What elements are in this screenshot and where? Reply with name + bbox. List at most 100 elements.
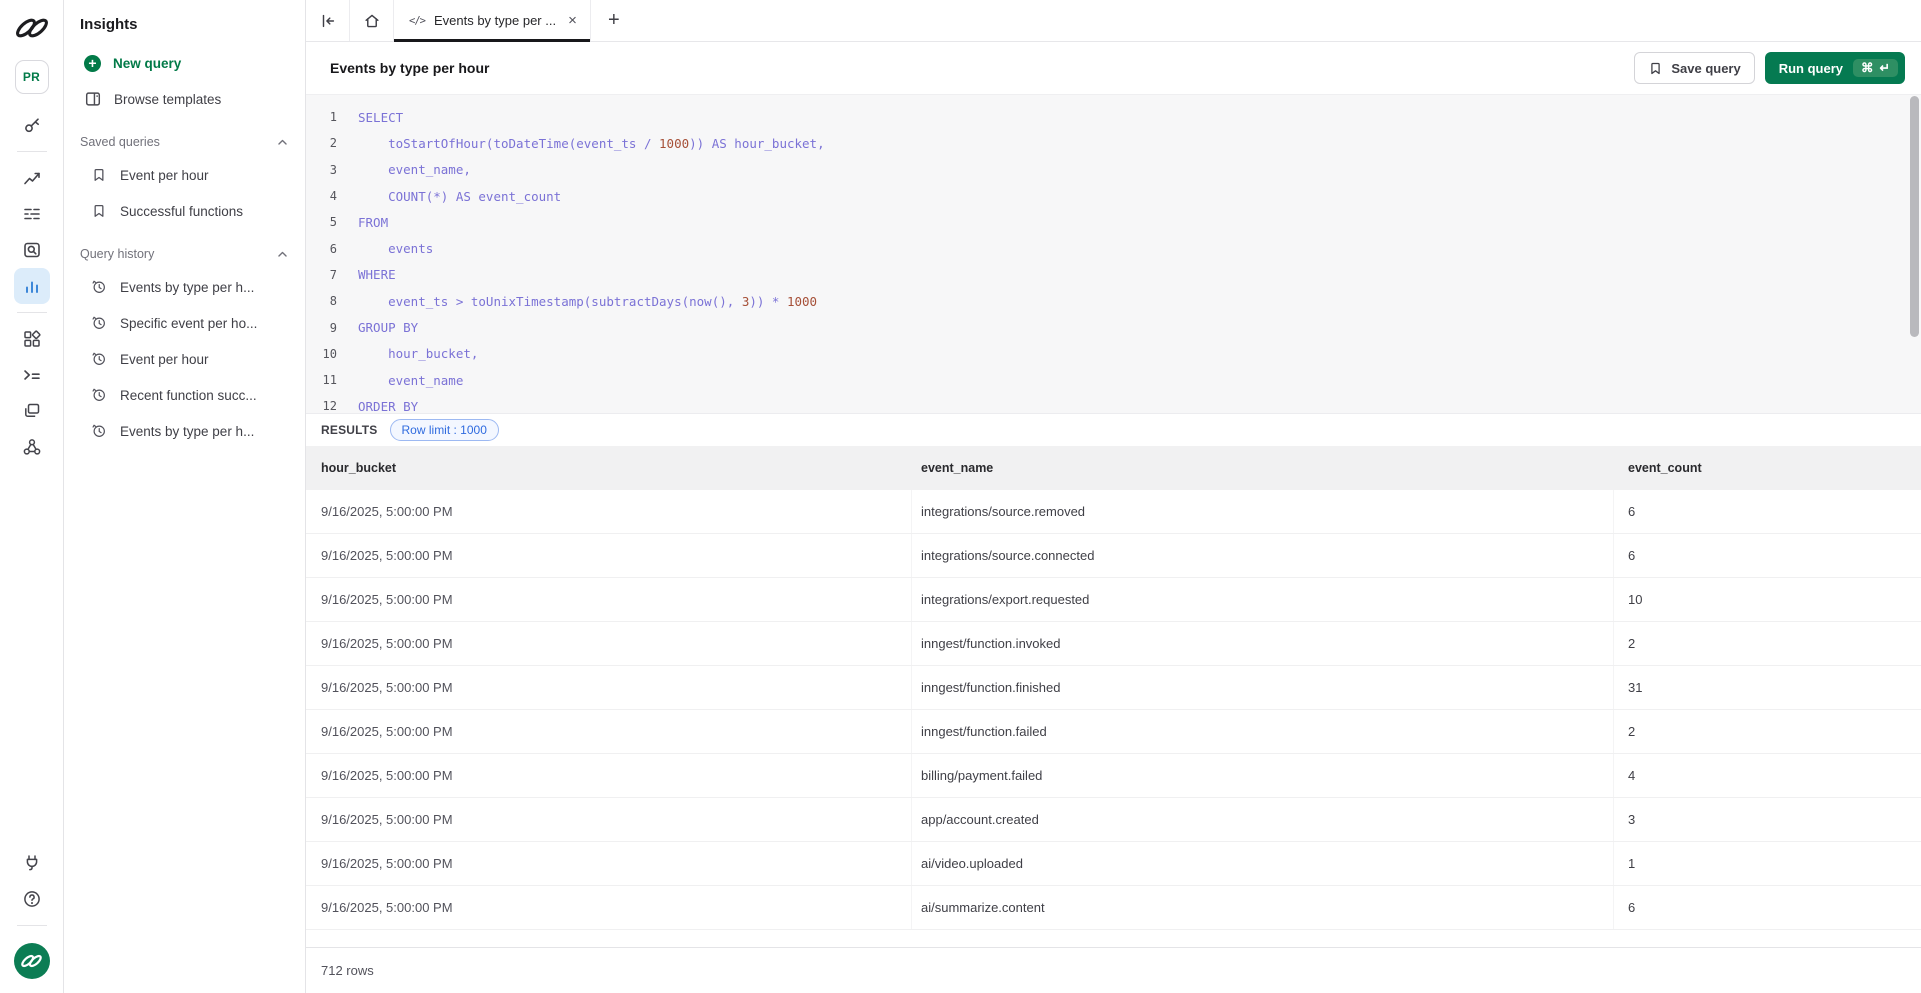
save-query-label: Save query bbox=[1671, 61, 1740, 76]
apps-icon[interactable] bbox=[14, 321, 50, 357]
sidebar-item-history-query[interactable]: Recent function succ... bbox=[64, 377, 305, 413]
cli-icon[interactable] bbox=[14, 357, 50, 393]
line-number: 7 bbox=[306, 268, 337, 282]
collapse-sidebar-button[interactable] bbox=[306, 0, 350, 41]
cell-event-count: 6 bbox=[1614, 490, 1921, 533]
cell-event-count: 10 bbox=[1614, 578, 1921, 621]
cell-event-count: 31 bbox=[1614, 666, 1921, 709]
profile-avatar[interactable]: PR bbox=[15, 60, 49, 94]
inngest-logo-icon[interactable] bbox=[14, 13, 50, 43]
keys-icon[interactable] bbox=[14, 107, 50, 143]
sidebar-item-history-query[interactable]: Events by type per h... bbox=[64, 269, 305, 305]
chevron-up-icon[interactable] bbox=[276, 136, 289, 149]
sql-token: toStartOfHour(toDateTime(event_ts / bbox=[358, 136, 659, 151]
run-query-button[interactable]: Run query ⌘ ↵ bbox=[1765, 52, 1905, 84]
table-row[interactable]: 9/16/2025, 5:00:00 PM inngest/function.i… bbox=[306, 622, 1921, 666]
cell-hour-bucket: 9/16/2025, 5:00:00 PM bbox=[306, 578, 912, 621]
sidebar-item-saved-query[interactable]: Successful functions bbox=[64, 193, 305, 229]
close-tab-icon[interactable]: × bbox=[568, 13, 577, 28]
table-row[interactable]: 9/16/2025, 5:00:00 PM integrations/expor… bbox=[306, 578, 1921, 622]
table-row[interactable]: 9/16/2025, 5:00:00 PM billing/payment.fa… bbox=[306, 754, 1921, 798]
line-number: 8 bbox=[306, 294, 337, 308]
sidebar: Insights + New query Browse templates Sa… bbox=[64, 0, 306, 993]
divider bbox=[17, 151, 47, 152]
metrics-icon[interactable] bbox=[14, 160, 50, 196]
sql-token: WHERE bbox=[358, 267, 396, 282]
tab-bar: </> Events by type per ... × + bbox=[306, 0, 1921, 42]
column-header-hour-bucket[interactable]: hour_bucket bbox=[306, 446, 912, 490]
column-header-event-count[interactable]: event_count bbox=[1614, 446, 1921, 490]
plug-icon[interactable] bbox=[14, 845, 50, 881]
cell-event-name: ai/video.uploaded bbox=[912, 842, 1614, 885]
code-line: 4 COUNT(*) AS event_count bbox=[306, 183, 1921, 209]
history-icon bbox=[90, 350, 108, 368]
browse-templates-button[interactable]: Browse templates bbox=[64, 81, 305, 117]
table-row[interactable]: 9/16/2025, 5:00:00 PM ai/video.uploaded … bbox=[306, 842, 1921, 886]
webhook-icon[interactable] bbox=[14, 429, 50, 465]
cell-hour-bucket: 9/16/2025, 5:00:00 PM bbox=[306, 490, 912, 533]
insights-app: PR bbox=[0, 0, 1921, 993]
cell-event-name: inngest/function.failed bbox=[912, 710, 1614, 753]
code-line: 10 hour_bucket, bbox=[306, 341, 1921, 367]
line-number: 9 bbox=[306, 321, 337, 335]
sql-token: FROM bbox=[358, 215, 388, 230]
insights-icon-active[interactable] bbox=[14, 268, 50, 304]
editor-scrollbar[interactable] bbox=[1910, 96, 1919, 337]
cell-hour-bucket: 9/16/2025, 5:00:00 PM bbox=[306, 710, 912, 753]
line-number: 10 bbox=[306, 347, 337, 361]
sql-editor[interactable]: 1 SELECT 2 toStartOfHour(toDateTime(even… bbox=[306, 95, 1921, 414]
sidebar-item-history-query[interactable]: Events by type per h... bbox=[64, 413, 305, 449]
sql-token: events bbox=[358, 241, 433, 256]
cell-event-count: 6 bbox=[1614, 886, 1921, 929]
table-row[interactable]: 9/16/2025, 5:00:00 PM inngest/function.f… bbox=[306, 710, 1921, 754]
new-query-button[interactable]: + New query bbox=[64, 45, 305, 81]
tab-label: Events by type per ... bbox=[434, 13, 556, 28]
save-query-button[interactable]: Save query bbox=[1634, 52, 1754, 84]
divider bbox=[17, 925, 47, 926]
doc-search-icon[interactable] bbox=[14, 232, 50, 268]
row-limit-badge[interactable]: Row limit : 1000 bbox=[390, 419, 499, 441]
bookmark-icon bbox=[90, 166, 108, 184]
section-label: Saved queries bbox=[80, 135, 160, 149]
code-line: 3 event_name, bbox=[306, 157, 1921, 183]
cell-hour-bucket: 9/16/2025, 5:00:00 PM bbox=[306, 842, 912, 885]
windows-icon[interactable] bbox=[14, 393, 50, 429]
cell-event-name: app/account.created bbox=[912, 798, 1614, 841]
sidebar-item-history-query[interactable]: Specific event per ho... bbox=[64, 305, 305, 341]
code-icon: </> bbox=[409, 15, 425, 27]
bookmark-icon bbox=[90, 202, 108, 220]
cell-event-count: 3 bbox=[1614, 798, 1921, 841]
cell-event-name: inngest/function.invoked bbox=[912, 622, 1614, 665]
sidebar-item-saved-query[interactable]: Event per hour bbox=[64, 157, 305, 193]
sql-token: ORDER BY bbox=[358, 399, 418, 414]
table-row[interactable]: 9/16/2025, 5:00:00 PM integrations/sourc… bbox=[306, 490, 1921, 534]
history-query-label: Specific event per ho... bbox=[120, 316, 257, 331]
plus-circle-icon: + bbox=[84, 55, 101, 72]
sidebar-item-history-query[interactable]: Event per hour bbox=[64, 341, 305, 377]
sql-token: GROUP BY bbox=[358, 320, 418, 335]
new-query-label: New query bbox=[113, 56, 181, 71]
table-row[interactable]: 9/16/2025, 5:00:00 PM integrations/sourc… bbox=[306, 534, 1921, 578]
cell-event-count: 1 bbox=[1614, 842, 1921, 885]
code-line: 1 SELECT bbox=[306, 104, 1921, 130]
new-tab-button[interactable]: + bbox=[591, 0, 637, 41]
table-row[interactable]: 9/16/2025, 5:00:00 PM ai/summarize.conte… bbox=[306, 886, 1921, 930]
home-tab-button[interactable] bbox=[350, 0, 394, 41]
saved-query-label: Event per hour bbox=[120, 168, 209, 183]
column-header-event-name[interactable]: event_name bbox=[912, 446, 1614, 490]
chevron-up-icon[interactable] bbox=[276, 248, 289, 261]
event-logs-icon[interactable] bbox=[14, 196, 50, 232]
saved-query-label: Successful functions bbox=[120, 204, 243, 219]
help-icon[interactable] bbox=[14, 881, 50, 917]
sql-token: event_ts > toUnixTimestamp(subtractDays(… bbox=[358, 294, 742, 309]
table-row[interactable]: 9/16/2025, 5:00:00 PM app/account.create… bbox=[306, 798, 1921, 842]
section-query-history: Query history bbox=[64, 239, 305, 269]
section-label: Query history bbox=[80, 247, 154, 261]
table-row[interactable]: 9/16/2025, 5:00:00 PM inngest/function.f… bbox=[306, 666, 1921, 710]
workspace-avatar[interactable] bbox=[14, 943, 50, 979]
cell-event-name: integrations/source.removed bbox=[912, 490, 1614, 533]
line-number: 3 bbox=[306, 163, 337, 177]
tab-events-by-type[interactable]: </> Events by type per ... × bbox=[394, 0, 591, 41]
cell-event-count: 2 bbox=[1614, 622, 1921, 665]
sql-token: )) * bbox=[749, 294, 787, 309]
